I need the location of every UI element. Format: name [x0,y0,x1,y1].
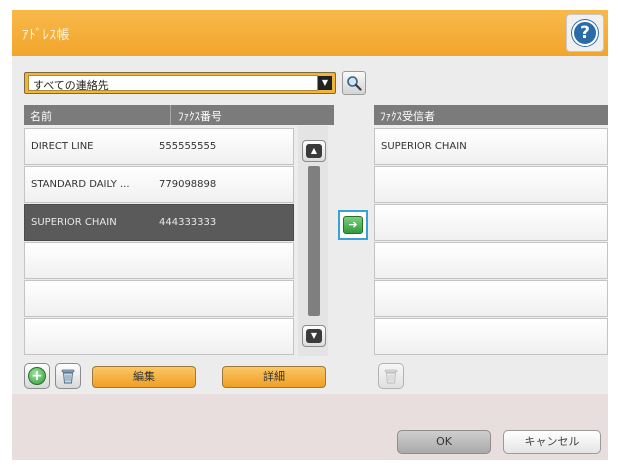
scroll-down-button[interactable]: ▼ [302,325,326,347]
contact-filter-value: すべての連絡先 [28,75,318,92]
details-button[interactable]: 詳細 [222,366,326,388]
recipient-row[interactable]: SUPERIOR CHAIN [374,128,608,165]
recipient-row-empty[interactable] [374,204,608,241]
edit-button[interactable]: 編集 [92,366,196,388]
contact-row[interactable]: STANDARD DAILY ... 779098898 [24,166,294,203]
delete-contact-button[interactable] [55,363,81,389]
title-bar: ｱﾄﾞﾚｽ帳 ? [12,10,608,56]
scroll-up-button[interactable]: ▲ [302,140,326,162]
recipient-row-empty[interactable] [374,166,608,203]
contact-name: STANDARD DAILY ... [31,179,130,190]
contact-fax: 555555555 [159,141,217,152]
scrollbar-thumb[interactable] [308,166,320,316]
contact-row-empty[interactable] [24,242,294,279]
trash-icon [61,369,75,384]
contact-fax: 444333333 [159,217,217,228]
contact-name: SUPERIOR CHAIN [31,217,117,228]
fax-column-header: ﾌｧｸｽ番号 [178,110,222,123]
contact-row-selected[interactable]: SUPERIOR CHAIN 444333333 [24,204,294,241]
arrow-right-icon: ➔ [343,216,363,234]
cancel-button[interactable]: キャンセル [503,430,601,454]
contact-row-empty[interactable] [24,280,294,317]
chevron-up-icon: ▲ [306,144,322,158]
remove-recipient-button[interactable] [378,363,404,389]
contact-name: DIRECT LINE [31,141,94,152]
contacts-table-header: 名前 ﾌｧｸｽ番号 [24,105,334,125]
contact-row[interactable]: DIRECT LINE 555555555 [24,128,294,165]
search-button[interactable] [342,71,366,95]
page-title: ｱﾄﾞﾚｽ帳 [22,28,71,43]
plus-icon: + [28,367,46,385]
add-recipient-button[interactable]: ➔ [338,210,368,240]
search-icon [347,76,362,91]
add-contact-button[interactable]: + [24,363,50,389]
contact-fax: 779098898 [159,179,217,190]
recipients-column-header: ﾌｧｸｽ受信者 [380,110,435,123]
help-icon: ? [572,20,598,46]
chevron-down-icon: ▼ [318,76,332,90]
name-column-header: 名前 [30,110,52,123]
recipients-table-header: ﾌｧｸｽ受信者 [374,105,608,125]
recipient-row-empty[interactable] [374,318,608,355]
ok-button[interactable]: OK [397,430,491,454]
trash-icon [384,369,398,384]
recipient-row-empty[interactable] [374,242,608,279]
recipient-name: SUPERIOR CHAIN [381,141,467,152]
contact-row-empty[interactable] [24,318,294,355]
contact-filter-dropdown[interactable]: すべての連絡先 ▼ [24,72,336,94]
help-button[interactable]: ? [566,14,604,52]
recipient-row-empty[interactable] [374,280,608,317]
column-divider [170,105,171,125]
chevron-down-icon: ▼ [306,329,322,343]
